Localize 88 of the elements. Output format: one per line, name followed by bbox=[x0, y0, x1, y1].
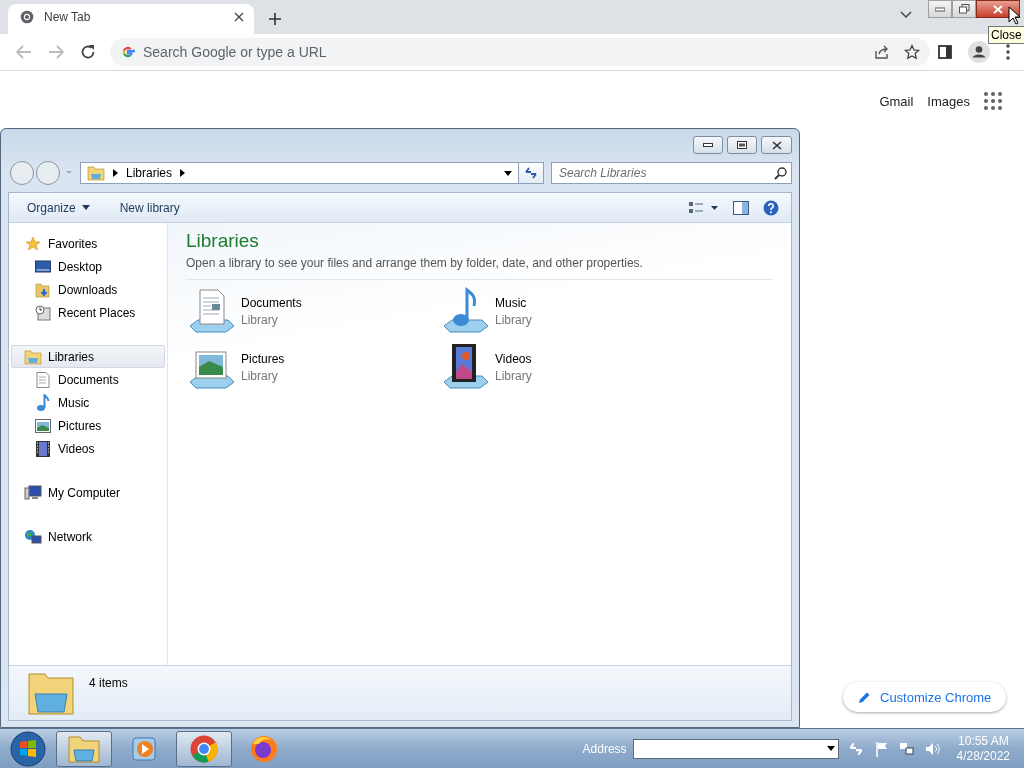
library-item[interactable]: Videos Library bbox=[440, 342, 694, 392]
nav-item[interactable]: Documents bbox=[11, 368, 165, 391]
minimize-icon bbox=[935, 6, 945, 12]
minimize-button[interactable] bbox=[693, 136, 723, 154]
recent-places-icon bbox=[35, 304, 51, 321]
item-count: 4 items bbox=[89, 676, 128, 690]
restore-button[interactable] bbox=[952, 0, 976, 18]
nav-item[interactable]: Recent Places bbox=[11, 301, 165, 324]
chrome-icon bbox=[189, 733, 219, 764]
caret-icon bbox=[81, 205, 90, 210]
omnibox[interactable]: Search Google or type a URL bbox=[110, 38, 930, 66]
nav-item[interactable]: Pictures bbox=[11, 414, 165, 437]
breadcrumb-arrow-icon[interactable] bbox=[113, 169, 118, 177]
firefox-icon bbox=[249, 733, 279, 764]
description-text: Open a library to see your files and arrange them by folder, date, and other properties. bbox=[186, 256, 773, 280]
breadcrumb-arrow-icon[interactable] bbox=[180, 169, 186, 177]
close-icon[interactable] bbox=[234, 12, 244, 22]
nav-item[interactable]: Videos bbox=[11, 437, 165, 460]
libraries-icon bbox=[24, 348, 42, 365]
toolbar-button[interactable]: New library bbox=[119, 200, 180, 215]
library-item[interactable]: Music Library bbox=[440, 286, 694, 336]
computer-icon bbox=[24, 484, 42, 501]
refresh-button[interactable] bbox=[519, 162, 544, 184]
address-field[interactable]: Libraries bbox=[80, 162, 519, 184]
flag-icon[interactable] bbox=[874, 740, 889, 757]
network-icon[interactable] bbox=[898, 740, 915, 757]
nav-item[interactable]: Libraries bbox=[11, 345, 165, 368]
chrome-icon bbox=[20, 10, 34, 24]
pencil-icon bbox=[858, 690, 871, 704]
nav-item[interactable]: Desktop bbox=[11, 255, 165, 278]
chevron-down-icon[interactable] bbox=[900, 11, 912, 19]
network-icon bbox=[24, 528, 42, 545]
libraries-icon bbox=[27, 670, 75, 716]
nav-item[interactable]: Downloads bbox=[11, 278, 165, 301]
maximize-button[interactable] bbox=[727, 136, 757, 154]
nav-item[interactable]: Music bbox=[11, 391, 165, 414]
view-options-icon[interactable] bbox=[689, 200, 719, 215]
maximize-icon bbox=[737, 141, 747, 149]
preview-pane-icon[interactable] bbox=[733, 200, 749, 215]
reload-icon[interactable] bbox=[80, 44, 96, 60]
libraries-icon bbox=[87, 165, 105, 181]
picture-icon bbox=[35, 418, 51, 433]
library-item[interactable]: Pictures Library bbox=[186, 342, 440, 392]
close-icon bbox=[771, 140, 782, 150]
mouse-pointer-icon bbox=[1008, 6, 1020, 25]
document-icon bbox=[36, 371, 50, 388]
header-link[interactable]: Gmail bbox=[879, 93, 914, 109]
star-icon[interactable] bbox=[904, 44, 920, 60]
header-link[interactable]: Images bbox=[927, 93, 970, 109]
side-panel-icon[interactable] bbox=[938, 45, 952, 59]
help-icon[interactable] bbox=[763, 199, 779, 216]
search-icon[interactable] bbox=[774, 167, 787, 180]
media-player-icon bbox=[130, 734, 158, 763]
share-icon[interactable] bbox=[874, 45, 890, 59]
apps-grid-icon[interactable] bbox=[984, 92, 1002, 110]
close-button[interactable] bbox=[761, 136, 792, 154]
film-icon bbox=[36, 440, 50, 457]
minimize-icon bbox=[703, 143, 713, 147]
taskbar-folder-button[interactable] bbox=[56, 730, 112, 767]
page-heading: Libraries bbox=[186, 230, 260, 252]
new-tab-icon[interactable] bbox=[268, 12, 282, 26]
profile-icon[interactable] bbox=[968, 41, 990, 63]
customize-chrome-button[interactable]: Customize Chrome bbox=[843, 682, 1007, 712]
address-label: Address bbox=[582, 741, 627, 756]
close-icon bbox=[993, 4, 1003, 14]
taskbar-chrome-button[interactable] bbox=[176, 730, 232, 767]
restore-icon bbox=[958, 4, 970, 14]
nav-item[interactable]: Favorites bbox=[11, 232, 165, 255]
nav-item[interactable]: Network bbox=[11, 525, 165, 548]
breadcrumb-item[interactable]: Libraries bbox=[126, 166, 173, 180]
folder-icon bbox=[67, 733, 101, 764]
refresh-icon bbox=[523, 166, 539, 180]
library-item[interactable]: Documents Library bbox=[186, 286, 440, 336]
nav-item[interactable]: My Computer bbox=[11, 481, 165, 504]
star-icon bbox=[25, 235, 41, 252]
google-g-icon bbox=[121, 45, 135, 59]
start-button[interactable] bbox=[9, 729, 47, 768]
dropdown-arrow-icon[interactable] bbox=[826, 746, 835, 751]
search-field[interactable]: Search Libraries bbox=[551, 162, 792, 184]
monitor-icon bbox=[35, 259, 51, 274]
music-note-icon bbox=[36, 393, 50, 412]
browser-tab[interactable]: New Tab bbox=[8, 4, 254, 34]
tooltip: Close bbox=[988, 26, 1024, 44]
address-field[interactable] bbox=[632, 738, 839, 759]
download-folder-icon bbox=[35, 281, 51, 298]
dropdown-arrow-icon[interactable] bbox=[504, 170, 512, 176]
menu-icon[interactable] bbox=[1006, 44, 1010, 60]
toolbar-button[interactable]: Organize bbox=[27, 200, 90, 215]
